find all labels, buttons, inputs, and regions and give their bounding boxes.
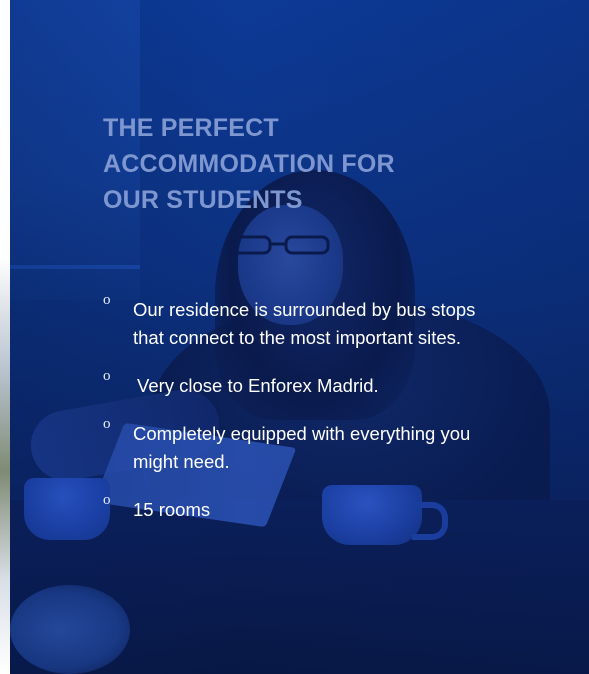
headline-line-1: THE PERFECT [103, 114, 279, 142]
feature-item-enforex: o Very close to Enforex Madrid. [103, 368, 483, 400]
feature-text: 15 rooms [133, 499, 211, 520]
bullet-icon: o [103, 368, 111, 384]
features-list: o Our residence is surrounded by bus sto… [103, 292, 483, 524]
bullet-icon: o [103, 292, 111, 308]
accommodation-section: THE PERFECT ACCOMMODATION FOR OUR STUDEN… [103, 110, 483, 544]
bullet-icon: o [103, 416, 111, 432]
headline-line-2: ACCOMMODATION FOR [103, 150, 395, 178]
feature-item-rooms: o 15 rooms [103, 492, 483, 524]
feature-text: Very close to Enforex Madrid. [137, 375, 379, 396]
feature-item-bus-stops: o Our residence is surrounded by bus sto… [103, 292, 483, 352]
feature-item-equipped: o Completely equipped with everything yo… [103, 416, 483, 476]
bullet-icon: o [103, 492, 111, 508]
section-headline: THE PERFECT ACCOMMODATION FOR OUR STUDEN… [103, 110, 483, 218]
feature-text: Completely equipped with everything you … [133, 423, 471, 472]
left-edge-strip [0, 0, 10, 674]
headline-line-3: OUR STUDENTS [103, 186, 303, 214]
feature-text: Our residence is surrounded by bus stops… [133, 299, 476, 348]
